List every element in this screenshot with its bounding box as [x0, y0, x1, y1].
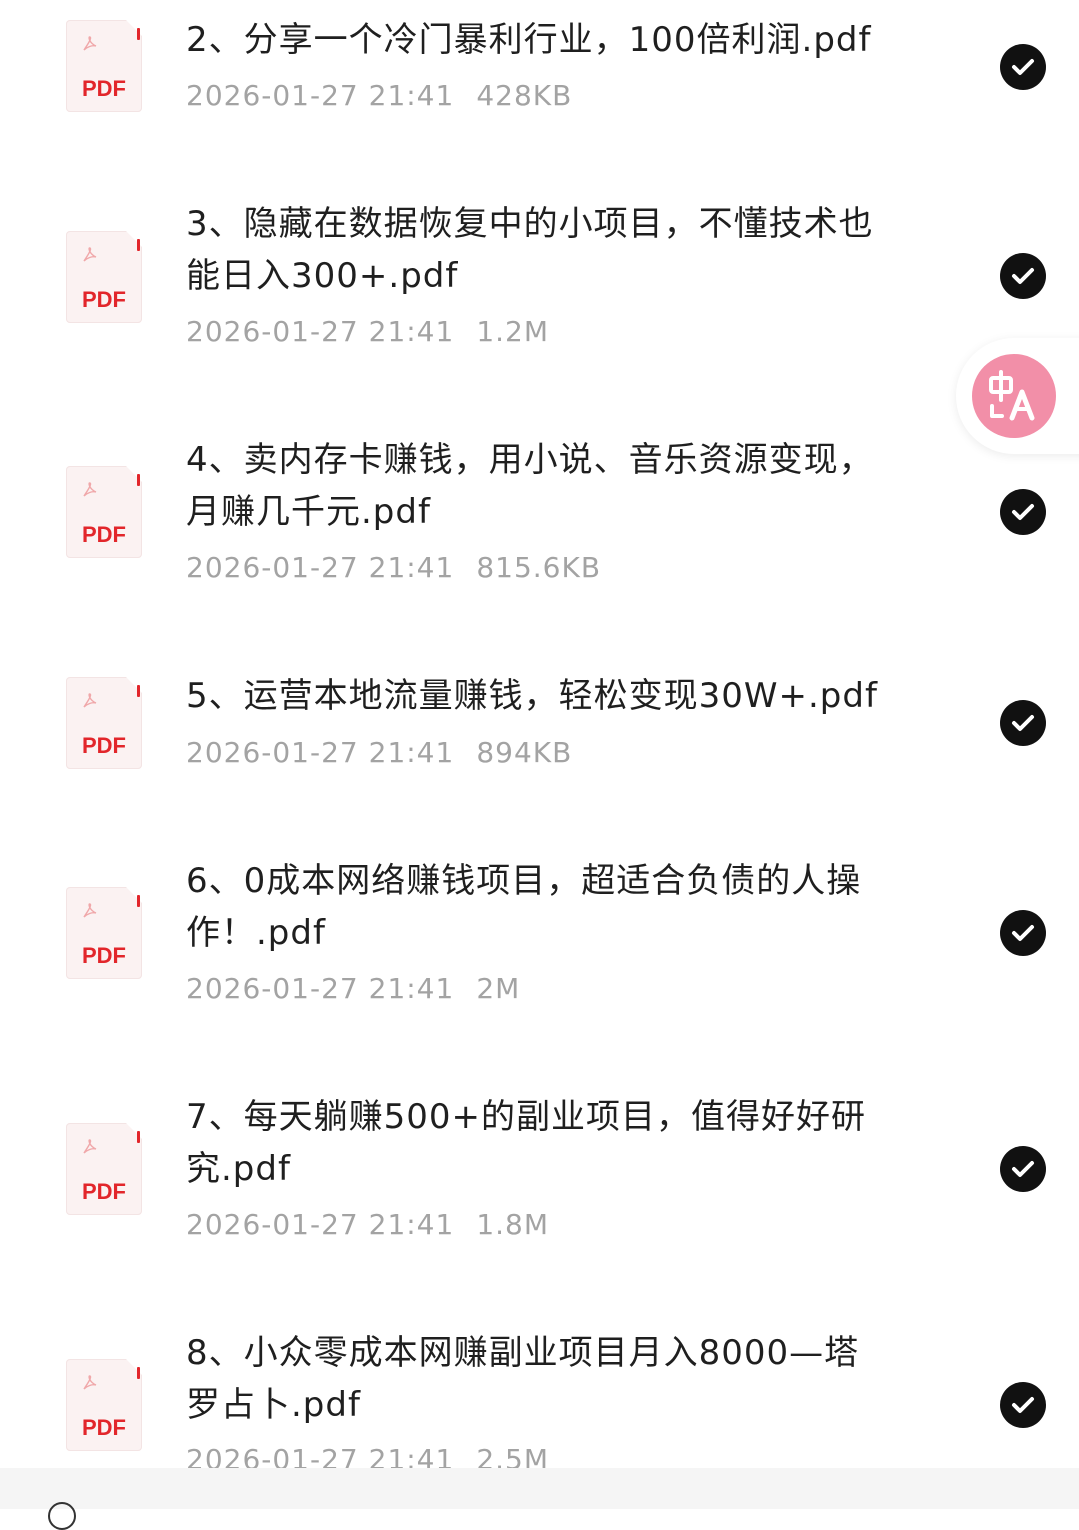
- pdf-file-icon: PDF: [66, 1123, 142, 1215]
- pdf-label: PDF: [82, 1179, 126, 1204]
- file-size: 894KB: [476, 736, 573, 769]
- file-list-item[interactable]: PDF 8、小众零成本网赚副业项目月入8000—塔 罗占卜.pdf 2026-0…: [0, 0, 1079, 1476]
- file-size: 1.2M: [476, 315, 550, 348]
- file-name: 4、卖内存卡赚钱，用小说、音乐资源变现， 月赚几千元.pdf: [186, 440, 874, 532]
- translate-icon: [972, 354, 1056, 438]
- file-name: 5、运营本地流量赚钱，轻松变现30W+.pdf: [186, 676, 878, 716]
- info-icon: [48, 1502, 76, 1530]
- pdf-file-icon: PDF: [66, 677, 142, 769]
- translate-button[interactable]: [956, 338, 1079, 454]
- file-meta: 2026-01-27 21:41 815.6KB: [186, 550, 601, 586]
- file-size: 815.6KB: [476, 551, 602, 584]
- file-name: 8、小众零成本网赚副业项目月入8000—塔 罗占卜.pdf: [186, 1333, 860, 1425]
- checkmark-icon[interactable]: [1000, 1382, 1046, 1428]
- pdf-label: PDF: [82, 733, 126, 758]
- file-meta: 2026-01-27 21:41 1.8M: [186, 1207, 549, 1243]
- file-name: 6、0成本网络赚钱项目，超适合负债的人操 作！.pdf: [186, 861, 862, 953]
- pdf-label: PDF: [82, 287, 126, 312]
- pdf-file-icon: PDF: [66, 231, 142, 323]
- checkmark-icon[interactable]: [1000, 489, 1046, 535]
- checkmark-icon[interactable]: [1000, 253, 1046, 299]
- file-date: 2026-01-27 21:41: [186, 551, 455, 584]
- file-size: 2M: [476, 972, 521, 1005]
- pdf-file-icon: PDF: [66, 1359, 142, 1451]
- file-name: 7、每天躺赚500+的副业项目，值得好好研 究.pdf: [186, 1097, 867, 1189]
- file-date: 2026-01-27 21:41: [186, 972, 455, 1005]
- checkmark-icon[interactable]: [1000, 910, 1046, 956]
- checkmark-icon[interactable]: [1000, 1146, 1046, 1192]
- pdf-label: PDF: [82, 1415, 126, 1440]
- file-date: 2026-01-27 21:41: [186, 1208, 455, 1241]
- file-size: 1.8M: [476, 1208, 550, 1241]
- file-meta: 2026-01-27 21:41 2M: [186, 971, 520, 1007]
- file-date: 2026-01-27 21:41: [186, 736, 455, 769]
- bottom-action-bar: [0, 1468, 1079, 1530]
- file-meta: 2026-01-27 21:41 894KB: [186, 735, 572, 771]
- checkmark-icon[interactable]: [1000, 700, 1046, 746]
- pdf-file-icon: PDF: [66, 466, 142, 558]
- file-name: 3、隐藏在数据恢复中的小项目，不懂技术也 能日入300+.pdf: [186, 204, 874, 296]
- pdf-label: PDF: [82, 943, 126, 968]
- pdf-file-icon: PDF: [66, 887, 142, 979]
- file-date: 2026-01-27 21:41: [186, 315, 455, 348]
- pdf-label: PDF: [82, 522, 126, 547]
- file-meta: 2026-01-27 21:41 1.2M: [186, 314, 549, 350]
